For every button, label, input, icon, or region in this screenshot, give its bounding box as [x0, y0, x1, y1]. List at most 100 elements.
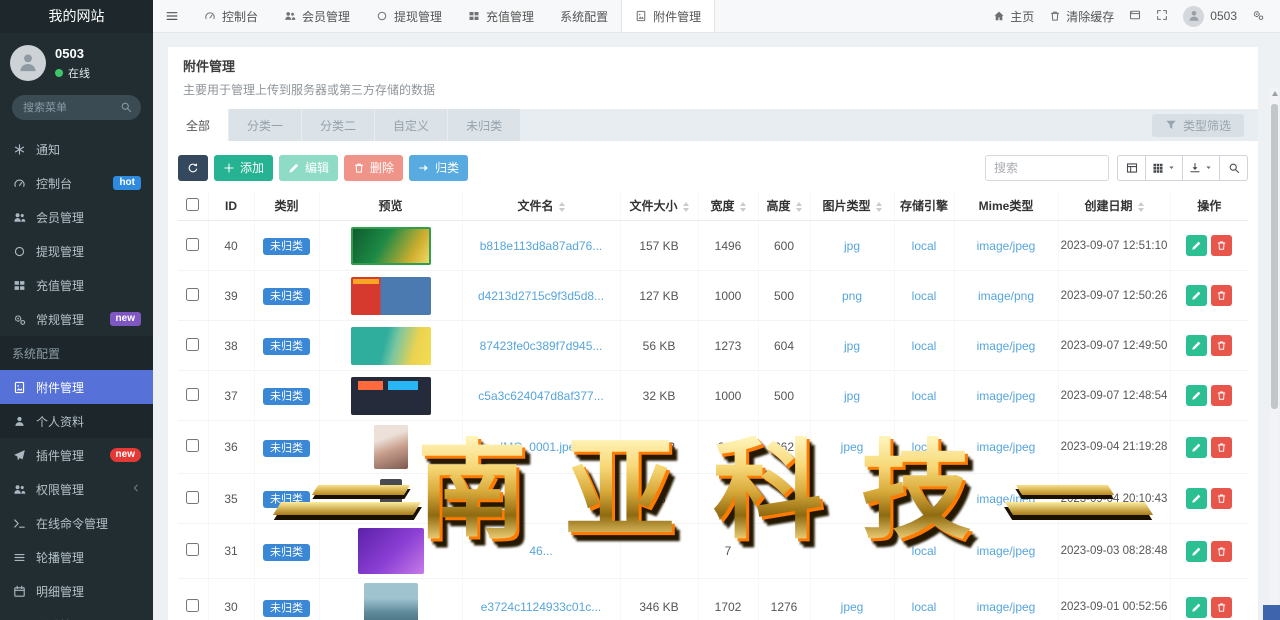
- sidebar-item-withdrawals[interactable]: 提现管理: [0, 234, 153, 268]
- preview-thumbnail[interactable]: [351, 277, 431, 315]
- vertical-scrollbar[interactable]: [1270, 88, 1279, 620]
- mime-link[interactable]: image/jpeg: [977, 492, 1036, 506]
- sidebar-item-notifications[interactable]: 通知: [0, 132, 153, 166]
- table-search-input[interactable]: [985, 155, 1109, 181]
- tab-attachments[interactable]: 附件管理: [621, 0, 715, 32]
- col-width[interactable]: 宽度: [698, 191, 758, 221]
- filter-tab-category-1[interactable]: 分类一: [229, 109, 301, 141]
- add-button[interactable]: 添加: [214, 155, 273, 181]
- delete-row-button[interactable]: [1211, 488, 1232, 509]
- filter-tab-custom[interactable]: 自定义: [375, 109, 447, 141]
- file-link[interactable]: d4213d2715c9f3d5d8...: [478, 289, 604, 303]
- sidebar-item-activity[interactable]: 活动管理: [0, 608, 153, 620]
- edit-button[interactable]: 编辑: [279, 155, 338, 181]
- col-filename[interactable]: 文件名: [462, 191, 620, 221]
- filter-tab-unclassified[interactable]: 未归类: [448, 109, 520, 141]
- col-filesize[interactable]: 文件大小: [620, 191, 698, 221]
- scrollbar-thumb[interactable]: [1271, 104, 1278, 409]
- delete-row-button[interactable]: [1211, 437, 1232, 458]
- storage-engine-link[interactable]: local: [912, 339, 937, 353]
- home-link[interactable]: 主页: [993, 8, 1034, 25]
- hamburger-menu-icon[interactable]: [153, 0, 191, 32]
- storage-engine-link[interactable]: local: [912, 544, 937, 558]
- mime-link[interactable]: image/jpeg: [977, 440, 1036, 454]
- filter-tab-all[interactable]: 全部: [168, 109, 228, 141]
- edit-row-button[interactable]: [1186, 437, 1207, 458]
- sidebar-item-permissions[interactable]: 权限管理: [0, 472, 153, 506]
- clear-tabs-icon[interactable]: [1129, 9, 1141, 23]
- preview-thumbnail[interactable]: [351, 377, 431, 415]
- tab-withdrawals[interactable]: 提现管理: [363, 0, 455, 32]
- filter-tab-category-2[interactable]: 分类二: [302, 109, 374, 141]
- mime-link[interactable]: image/jpeg: [977, 339, 1036, 353]
- tab-dashboard[interactable]: 控制台: [191, 0, 271, 32]
- storage-engine-link[interactable]: local: [912, 289, 937, 303]
- file-link[interactable]: c5a3c624047d8af377...: [478, 389, 603, 403]
- mime-link[interactable]: image/jpeg: [977, 600, 1036, 614]
- edit-row-button[interactable]: [1186, 385, 1207, 406]
- storage-engine-link[interactable]: local: [912, 239, 937, 253]
- tab-members[interactable]: 会员管理: [271, 0, 363, 32]
- edit-row-button[interactable]: [1186, 597, 1207, 618]
- sidebar-item-attachments[interactable]: 附件管理: [0, 370, 153, 404]
- delete-row-button[interactable]: [1211, 335, 1232, 356]
- edit-row-button[interactable]: [1186, 335, 1207, 356]
- sidebar-item-members[interactable]: 会员管理: [0, 200, 153, 234]
- preview-thumbnail[interactable]: [351, 327, 431, 365]
- image-type-link[interactable]: png: [842, 289, 862, 303]
- mime-link[interactable]: image/png: [978, 289, 1034, 303]
- sidebar-item-plugins[interactable]: 插件管理new: [0, 438, 153, 472]
- edit-row-button[interactable]: [1186, 541, 1207, 562]
- select-all-checkbox[interactable]: [186, 198, 199, 211]
- row-checkbox[interactable]: [186, 338, 199, 351]
- col-image-type[interactable]: 图片类型: [810, 191, 894, 221]
- columns-button[interactable]: [1145, 155, 1183, 181]
- image-type-link[interactable]: jpg: [844, 239, 860, 253]
- edit-row-button[interactable]: [1186, 488, 1207, 509]
- delete-row-button[interactable]: [1211, 385, 1232, 406]
- col-height[interactable]: 高度: [758, 191, 810, 221]
- image-type-link[interactable]: jpeg: [841, 440, 864, 454]
- refresh-button[interactable]: [178, 155, 208, 181]
- scroll-up-arrow[interactable]: [1272, 91, 1278, 96]
- mime-link[interactable]: image/jpeg: [977, 544, 1036, 558]
- sidebar-item-statement[interactable]: 明细管理: [0, 574, 153, 608]
- storage-engine-link[interactable]: local: [912, 389, 937, 403]
- settings-gears-icon[interactable]: [1252, 9, 1264, 23]
- file-link[interactable]: b818e113d8a87ad76...: [480, 239, 603, 253]
- file-link[interactable]: 46...: [529, 544, 552, 558]
- sidebar-item-carousel[interactable]: 轮播管理: [0, 540, 153, 574]
- row-checkbox[interactable]: [186, 439, 199, 452]
- preview-thumbnail[interactable]: [364, 583, 418, 620]
- preview-thumbnail[interactable]: [351, 227, 431, 265]
- sidebar-item-dashboard[interactable]: 控制台hot: [0, 166, 153, 200]
- tab-system-config[interactable]: 系统配置: [547, 0, 621, 32]
- storage-engine-link[interactable]: local: [912, 600, 937, 614]
- mime-link[interactable]: image/jpeg: [977, 239, 1036, 253]
- export-button[interactable]: [1182, 155, 1220, 181]
- user-menu[interactable]: 0503: [1183, 6, 1237, 27]
- image-type-link[interactable]: jpg: [844, 339, 860, 353]
- row-checkbox[interactable]: [186, 388, 199, 401]
- preview-thumbnail[interactable]: [374, 425, 408, 469]
- row-checkbox[interactable]: [186, 599, 199, 612]
- delete-row-button[interactable]: [1211, 541, 1232, 562]
- edit-row-button[interactable]: [1186, 235, 1207, 256]
- search-toggle-button[interactable]: [1219, 155, 1248, 181]
- col-create-date[interactable]: 创建日期: [1058, 191, 1170, 221]
- image-type-link[interactable]: jpg: [844, 389, 860, 403]
- sidebar-item-recharge[interactable]: 充值管理: [0, 268, 153, 302]
- delete-button[interactable]: 删除: [344, 155, 403, 181]
- file-link[interactable]: IMG_0001.jpeg: [500, 440, 582, 454]
- sidebar-item-online-command[interactable]: 在线命令管理: [0, 506, 153, 540]
- row-checkbox[interactable]: [186, 543, 199, 556]
- row-checkbox[interactable]: [186, 238, 199, 251]
- tab-recharge[interactable]: 充值管理: [455, 0, 547, 32]
- delete-row-button[interactable]: [1211, 597, 1232, 618]
- fullscreen-icon[interactable]: [1156, 9, 1168, 23]
- file-link[interactable]: e3724c1124933c01c...: [481, 600, 602, 614]
- preview-thumbnail[interactable]: [358, 528, 424, 574]
- preview-thumbnail[interactable]: [380, 479, 402, 519]
- image-type-link[interactable]: jpeg: [841, 600, 864, 614]
- classify-button[interactable]: 归类: [409, 155, 468, 181]
